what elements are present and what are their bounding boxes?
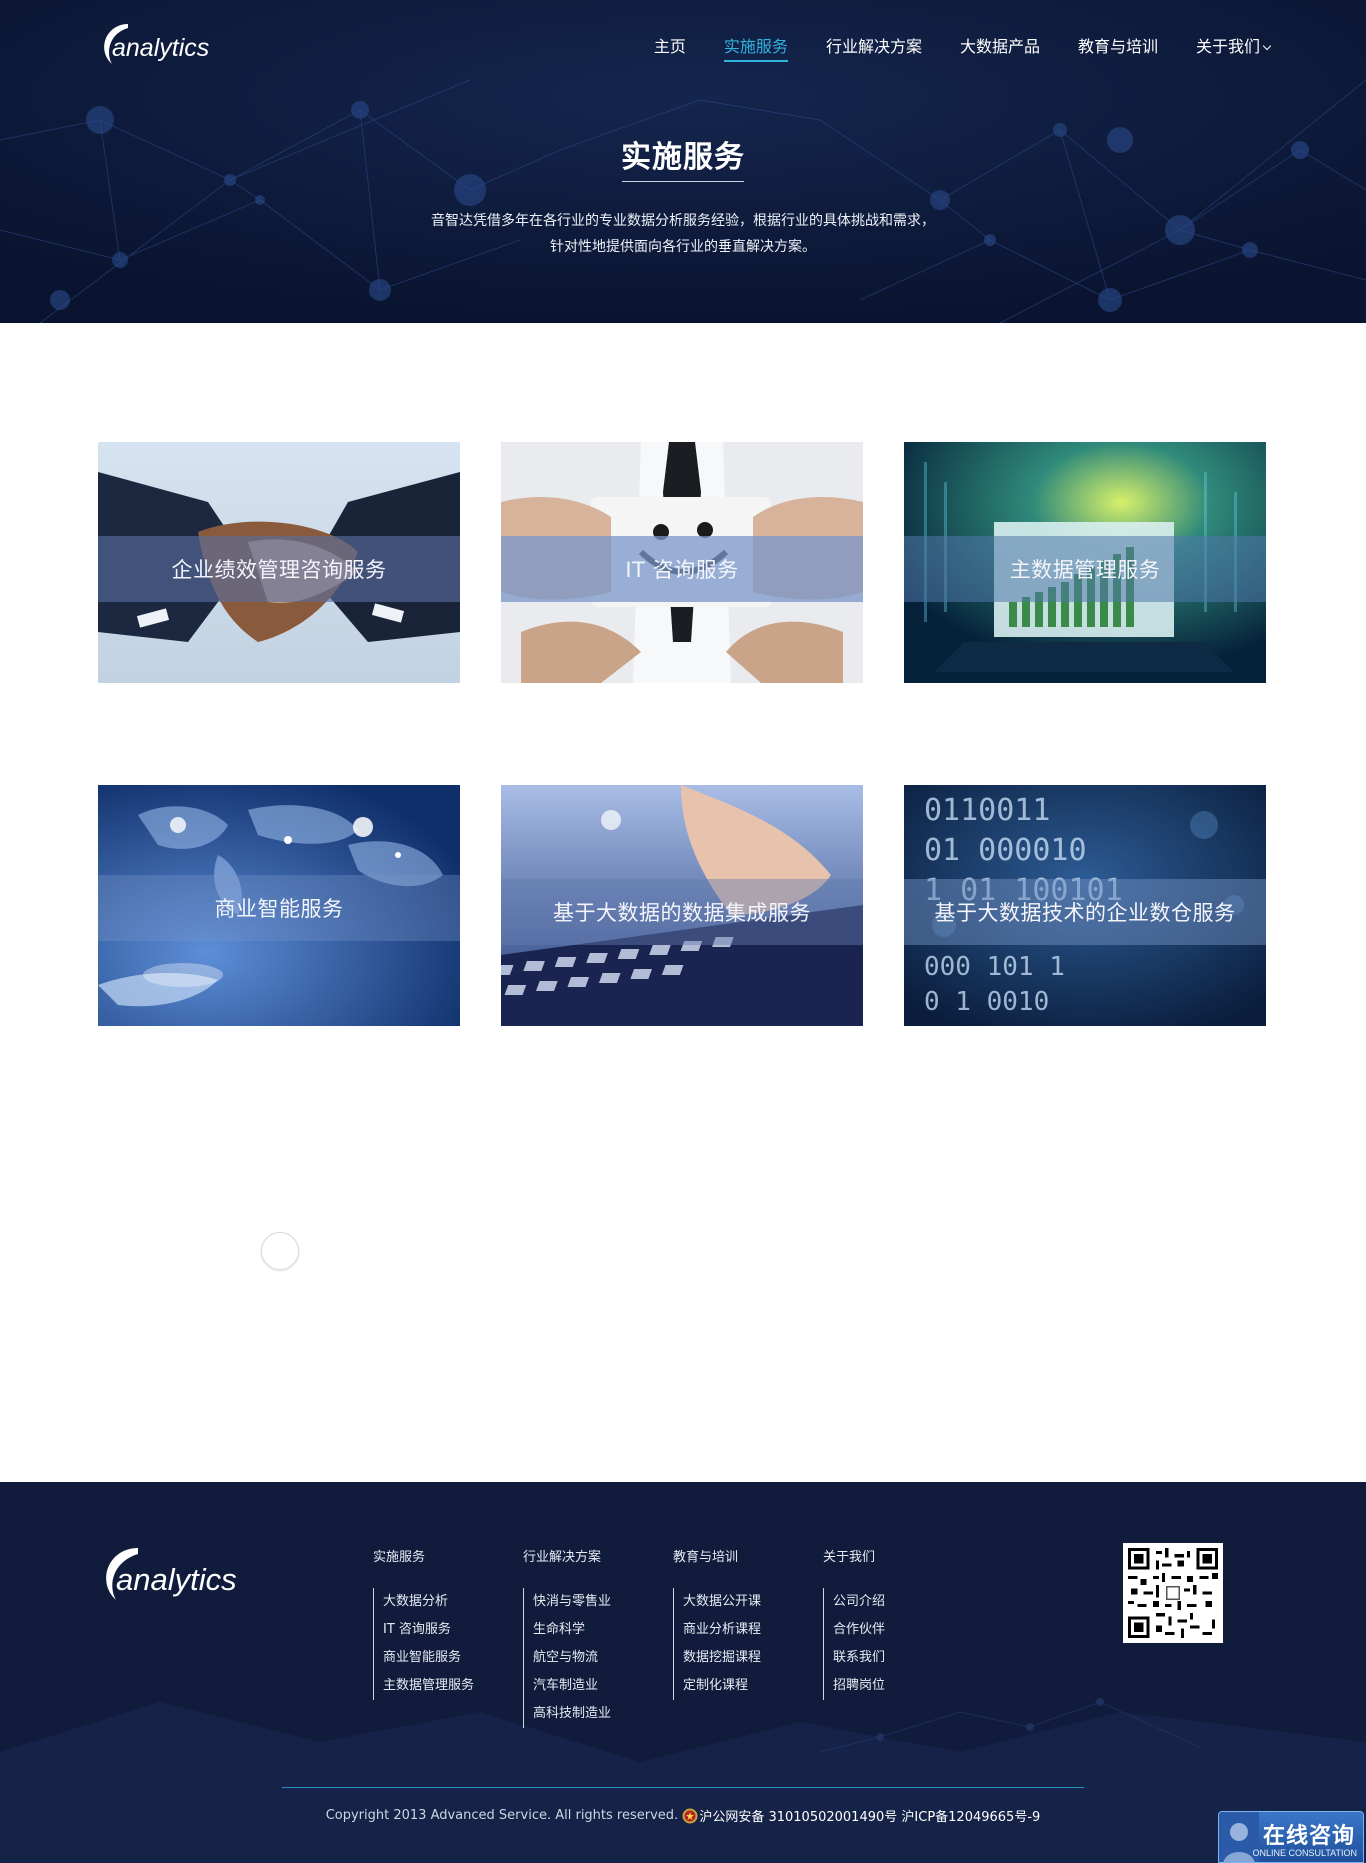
footer-link[interactable]: 商业智能服务 (383, 1644, 474, 1672)
footer-link-list: 公司介绍 合作伙伴 联系我们 招聘岗位 (823, 1588, 885, 1700)
service-label: IT 咨询服务 (501, 536, 863, 602)
page-description-line-1: 音智达凭借多年在各行业的专业数据分析服务经验，根据行业的具体挑战和需求， (431, 213, 935, 229)
service-label: 基于大数据技术的企业数仓服务 (904, 879, 1266, 945)
police-record-link[interactable]: 沪公网安备 31010502001490号 (699, 1810, 897, 1825)
qr-code-icon (1123, 1543, 1223, 1643)
footer-link-list: 大数据分析 IT 咨询服务 商业智能服务 主数据管理服务 (373, 1588, 474, 1700)
footer-link[interactable]: 联系我们 (833, 1644, 885, 1672)
nav-big-data-products-label: 大数据产品 (959, 37, 1040, 56)
footer-link-list: 快消与零售业 生命科学 航空与物流 汽车制造业 高科技制造业 (523, 1588, 611, 1728)
nav-about-us-label: 关于我们 (1195, 37, 1260, 56)
footer-column-heading: 行业解决方案 (523, 1550, 602, 1565)
service-label: 主数据管理服务 (904, 536, 1266, 602)
nav-home[interactable]: 主页 (635, 36, 705, 64)
consultation-label: 在线咨询 (1262, 1824, 1355, 1849)
footer-column-heading: 实施服务 (373, 1550, 426, 1565)
footer-link-list: 大数据公开课 商业分析课程 数据挖掘课程 定制化课程 (673, 1588, 761, 1700)
footer-link[interactable]: 生命科学 (533, 1616, 611, 1644)
footer-link[interactable]: 高科技制造业 (533, 1700, 611, 1728)
svg-text:01 000010: 01 000010 (924, 833, 1087, 868)
svg-text:000 101 1: 000 101 1 (924, 952, 1065, 982)
footer-column-industry: 行业解决方案 快消与零售业 生命科学 航空与物流 汽车制造业 高科技制造业 (523, 1546, 611, 1728)
nav-implementation-services-label: 实施服务 (723, 37, 788, 56)
nav-industry-solutions[interactable]: 行业解决方案 (807, 36, 941, 64)
footer-link[interactable]: 大数据分析 (383, 1588, 474, 1616)
service-card-performance-consulting[interactable]: 企业绩效管理咨询服务 (98, 442, 460, 683)
service-card-data-warehouse[interactable]: 0110011 01 000010 1 01 100101 000 101 1 … (904, 785, 1266, 1026)
footer-link[interactable]: 公司介绍 (833, 1588, 885, 1616)
page-description-line-2: 针对性地提供面向各行业的垂直解决方案。 (550, 239, 816, 255)
service-card-business-intelligence[interactable]: 商业智能服务 (98, 785, 460, 1026)
service-card-it-consulting[interactable]: IT 咨询服务 (501, 442, 863, 683)
main-nav: 主页 实施服务 行业解决方案 大数据产品 教育与培训 关于我们 (635, 36, 1272, 64)
nav-industry-solutions-label: 行业解决方案 (825, 37, 922, 56)
footer-link[interactable]: 招聘岗位 (833, 1672, 885, 1700)
service-label: 企业绩效管理咨询服务 (98, 536, 460, 602)
svg-text:0 1 0010: 0 1 0010 (924, 987, 1049, 1017)
footer-link[interactable]: 航空与物流 (533, 1644, 611, 1672)
footer-column-education: 教育与培训 大数据公开课 商业分析课程 数据挖掘课程 定制化课程 (673, 1546, 761, 1700)
footer-link[interactable]: 合作伙伴 (833, 1616, 885, 1644)
copyright-bar: Copyright 2013 Advanced Service. All rig… (0, 1806, 1366, 1825)
footer-logo-text: analytics (116, 1562, 237, 1597)
footer-link[interactable]: 数据挖掘课程 (683, 1644, 761, 1672)
footer-logo[interactable]: analytics (98, 1544, 258, 1608)
police-badge-icon (682, 1808, 698, 1824)
online-consultation-button[interactable]: 在线咨询 ONLINE CONSULTATION (1218, 1811, 1364, 1863)
service-card-data-integration[interactable]: 基于大数据的数据集成服务 (501, 785, 863, 1026)
footer-link[interactable]: 快消与零售业 (533, 1588, 611, 1616)
footer-link[interactable]: 大数据公开课 (683, 1588, 761, 1616)
footer-link[interactable]: 汽车制造业 (533, 1672, 611, 1700)
footer-link[interactable]: IT 咨询服务 (383, 1616, 474, 1644)
icp-record-link[interactable]: 沪ICP备12049665号-9 (901, 1810, 1040, 1825)
logo-text: analytics (112, 34, 210, 62)
page-title: 实施服务 (621, 140, 745, 175)
nav-about-us[interactable]: 关于我们 (1177, 36, 1272, 64)
service-label: 基于大数据的数据集成服务 (501, 879, 863, 945)
loading-spinner-icon (261, 1232, 299, 1270)
nav-home-label: 主页 (653, 37, 686, 56)
svg-text:0110011: 0110011 (924, 793, 1050, 828)
page-description: 音智达凭借多年在各行业的专业数据分析服务经验，根据行业的具体挑战和需求， 针对性… (0, 208, 1366, 260)
footer-divider (282, 1787, 1084, 1788)
consultation-sublabel: ONLINE CONSULTATION (1252, 1848, 1357, 1858)
footer-link[interactable]: 定制化课程 (683, 1672, 761, 1700)
nav-implementation-services[interactable]: 实施服务 (705, 36, 807, 64)
footer-column-about: 关于我们 公司介绍 合作伙伴 联系我们 招聘岗位 (823, 1546, 885, 1700)
chevron-down-icon (1262, 41, 1272, 51)
footer-link[interactable]: 主数据管理服务 (383, 1672, 474, 1700)
service-label: 商业智能服务 (98, 875, 460, 941)
nav-education-training-label: 教育与培训 (1077, 37, 1158, 56)
service-card-master-data[interactable]: 主数据管理服务 (904, 442, 1266, 683)
copyright-text: Copyright 2013 Advanced Service. All rig… (325, 1808, 679, 1823)
brand-logo[interactable]: analytics (98, 20, 218, 70)
hero-banner: analytics 主页 实施服务 行业解决方案 大数据产品 教育与培训 关于我… (0, 0, 1366, 323)
footer: analytics 实施服务 大数据分析 IT 咨询服务 商业智能服务 主数据管… (0, 1482, 1366, 1863)
footer-column-heading: 教育与培训 (673, 1550, 739, 1565)
footer-link[interactable]: 商业分析课程 (683, 1616, 761, 1644)
footer-column-heading: 关于我们 (823, 1550, 876, 1565)
nav-education-training[interactable]: 教育与培训 (1059, 36, 1177, 64)
title-underline (622, 181, 744, 182)
nav-big-data-products[interactable]: 大数据产品 (941, 36, 1059, 64)
footer-column-services: 实施服务 大数据分析 IT 咨询服务 商业智能服务 主数据管理服务 (373, 1546, 474, 1700)
